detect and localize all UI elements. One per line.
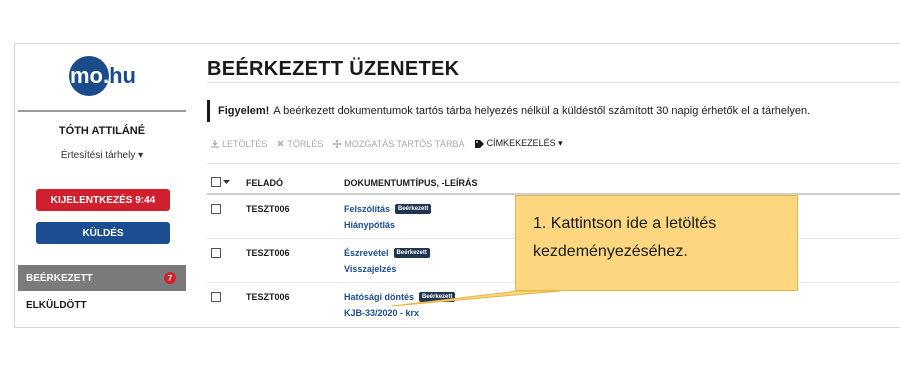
row-doc-subtitle[interactable]: Hiánypótlás: [344, 220, 395, 230]
row-sender: TESZT006: [246, 292, 290, 302]
unread-count-badge: 7: [164, 272, 176, 284]
sidebar: mo.hu TÓTH ATTILÁNÉ Értesítési tárhely ▾…: [18, 44, 186, 327]
tag-icon: [474, 139, 484, 148]
logo[interactable]: mo.hu: [69, 56, 137, 96]
row-doc-link[interactable]: Hatósági döntés Beérkezett: [344, 292, 456, 302]
column-header-doctype[interactable]: DOKUMENTUMTÍPUS, -LEÍRÁS: [344, 178, 478, 188]
notice-text: A beérkezett dokumentumok tartós tárba h…: [273, 105, 811, 117]
row-doc-link[interactable]: Felszólítás Beérkezett: [344, 204, 432, 214]
select-all-checkbox[interactable]: [211, 177, 221, 187]
toolbar-divider: [207, 163, 900, 164]
user-name: TÓTH ATTILÁNÉ: [58, 125, 146, 137]
move-icon: [333, 139, 342, 148]
nav-item-label: ELKÜLDÖTT: [26, 299, 87, 311]
nav-item-label: BEÉRKEZETT: [26, 272, 93, 284]
storage-selector[interactable]: Értesítési tárhely ▾: [18, 150, 186, 161]
status-badge: Beérkezett: [393, 248, 430, 258]
row-doc-subtitle[interactable]: Visszajelzés: [344, 264, 396, 274]
page-title: BEÉRKEZETT ÜZENETEK: [207, 58, 460, 80]
download-icon: [211, 139, 219, 148]
tag-management-menu[interactable]: CÍMKEKEZELÉS ▾: [474, 138, 563, 149]
tag-management-label: CÍMKEKEZELÉS ▾: [486, 138, 563, 148]
row-doc-title[interactable]: Felszólítás: [344, 204, 390, 214]
row-doc-title[interactable]: Észrevétel: [344, 248, 389, 258]
logo-text-a: mo.: [69, 63, 110, 88]
download-action[interactable]: LETÖLTÉS: [211, 139, 267, 149]
notice-strong: Figyelem!: [218, 105, 270, 117]
row-checkbox[interactable]: [211, 292, 221, 302]
nav-item-inbox[interactable]: BEÉRKEZETT 7: [18, 265, 186, 291]
row-sender: TESZT006: [246, 204, 290, 214]
delete-label: TÖRLÉS: [287, 138, 324, 149]
chevron-down-icon: [223, 179, 230, 184]
title-divider: [207, 82, 900, 83]
select-all-control[interactable]: [211, 177, 230, 187]
send-button[interactable]: KÜLDÉS: [36, 222, 170, 244]
row-doc-subtitle[interactable]: KJB-33/2020 - krx: [344, 308, 419, 318]
callout-text: 1. Kattintson ide a letöltés kezdeményez…: [533, 215, 717, 260]
logout-button[interactable]: KIJELENTKEZÉS 9:44: [36, 189, 170, 211]
row-checkbox[interactable]: [211, 248, 221, 258]
instruction-callout: 1. Kattintson ide a letöltés kezdeményez…: [515, 195, 798, 291]
delete-action[interactable]: TÖRLÉS: [277, 139, 323, 149]
row-doc-title[interactable]: Hatósági döntés: [344, 292, 414, 302]
logo-text-b: hu: [109, 63, 136, 88]
nav-item-sent[interactable]: ELKÜLDÖTT: [18, 292, 186, 318]
sidebar-divider: [18, 110, 186, 112]
row-checkbox[interactable]: [211, 204, 221, 214]
download-label: LETÖLTÉS: [222, 138, 268, 149]
notice-box: Figyelem! A beérkezett dokumentumok tart…: [207, 100, 810, 122]
toolbar: LETÖLTÉS TÖRLÉS MOZGATÁS TARTÓS TÁRBA CÍ…: [211, 138, 563, 149]
status-badge: Beérkezett: [419, 292, 456, 302]
move-label: MOZGATÁS TARTÓS TÁRBA: [344, 138, 465, 149]
close-icon: [277, 140, 284, 147]
column-header-sender[interactable]: FELADÓ: [246, 178, 283, 188]
move-action[interactable]: MOZGATÁS TARTÓS TÁRBA: [333, 138, 465, 149]
status-badge: Beérkezett: [395, 204, 432, 214]
row-sender: TESZT006: [246, 248, 290, 258]
row-doc-link[interactable]: Észrevétel Beérkezett: [344, 248, 430, 258]
